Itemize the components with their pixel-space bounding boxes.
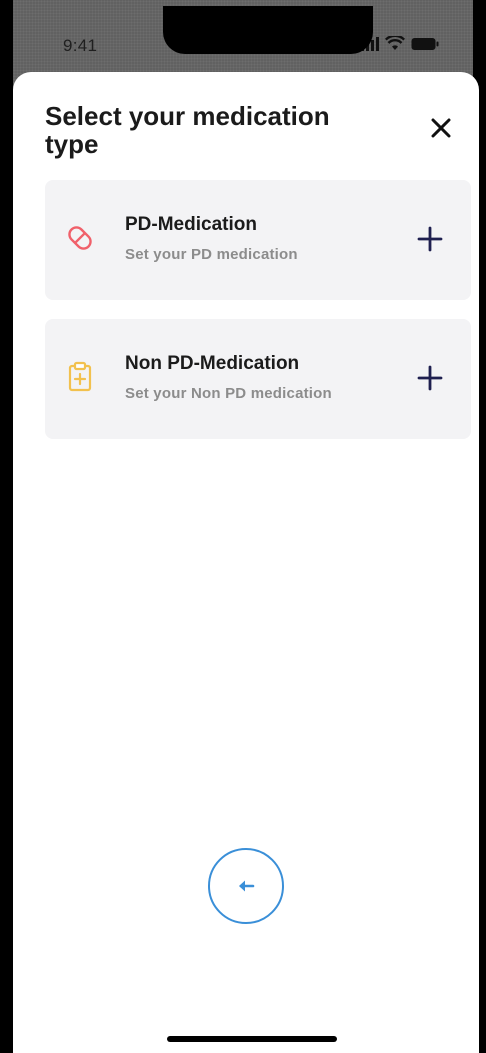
plus-icon[interactable]: [417, 226, 443, 252]
pill-icon: [67, 222, 93, 254]
non-pd-medication-option[interactable]: Non PD-Medication Set your Non PD medica…: [45, 319, 471, 439]
frame-edge-left: [3, 0, 13, 1053]
close-icon: [431, 118, 451, 138]
status-icons: [361, 36, 439, 51]
option-subtitle: Set your PD medication: [125, 246, 298, 263]
device-notch: [163, 6, 373, 54]
battery-icon: [411, 37, 439, 51]
arrow-left-icon: [239, 880, 255, 892]
plus-icon[interactable]: [417, 365, 443, 391]
option-subtitle: Set your Non PD medication: [125, 385, 332, 402]
option-title: Non PD-Medication: [125, 353, 300, 374]
wifi-icon: [385, 36, 405, 51]
home-indicator[interactable]: [167, 1036, 337, 1042]
phone-frame: 9:41 Select your medication type PD-Medi…: [0, 0, 486, 1053]
pd-medication-option[interactable]: PD-Medication Set your PD medication: [45, 180, 471, 300]
option-title: PD-Medication: [125, 214, 257, 235]
back-button[interactable]: [208, 848, 284, 924]
sheet-title: Select your medication type: [45, 101, 330, 159]
status-time: 9:41: [63, 36, 98, 55]
clipboard-plus-icon: [67, 361, 93, 393]
close-button[interactable]: [423, 110, 459, 146]
